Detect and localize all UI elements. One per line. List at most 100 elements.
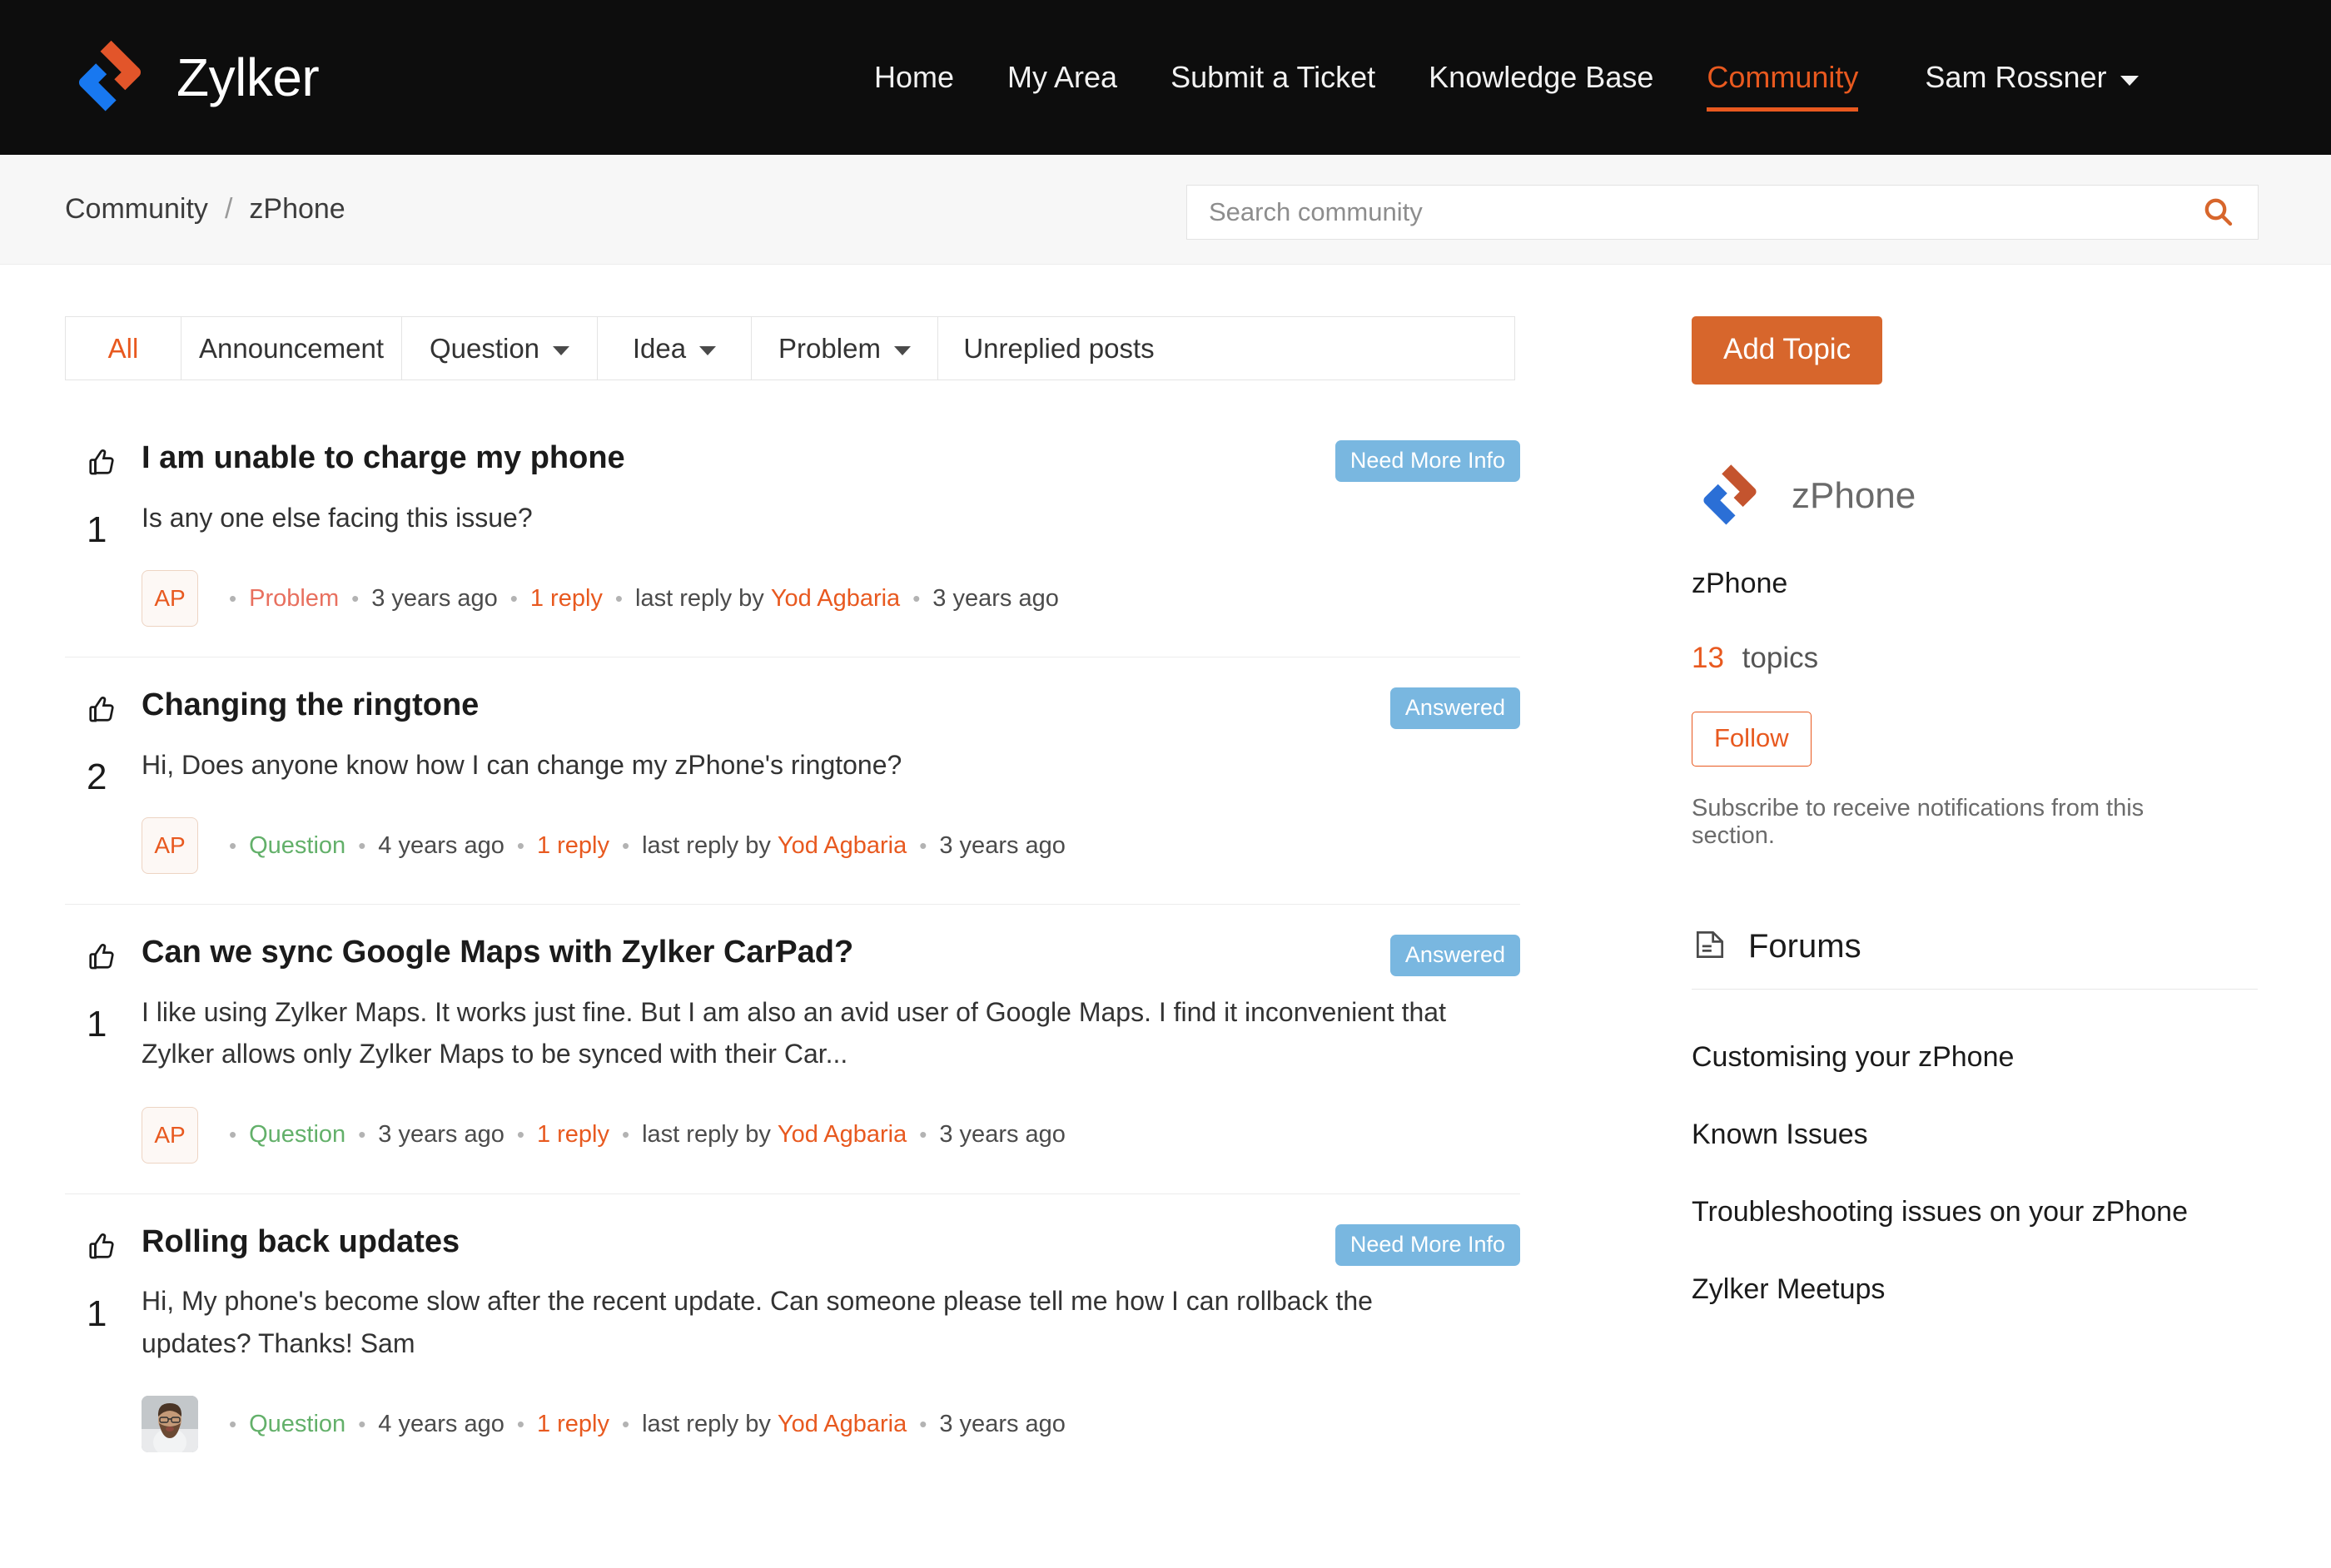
avatar[interactable]: AP	[142, 570, 198, 628]
post-body: I am unable to charge my phone Is any on…	[142, 439, 1520, 628]
meta-separator: •	[516, 832, 524, 858]
vote-count: 2	[87, 757, 107, 798]
tab-question[interactable]: Question	[402, 317, 598, 380]
forum-link-customising-your-zphone[interactable]: Customising your zPhone	[1692, 1041, 2203, 1074]
list-item: 1 Rolling back updates Hi, My phone's be…	[65, 1194, 1520, 1483]
forums-section: Forums Customising your zPhone Known Iss…	[1692, 926, 2258, 1306]
reply-count[interactable]: 1 reply	[537, 1411, 609, 1438]
meta-separator: •	[919, 1122, 927, 1148]
status-badge[interactable]: Answered	[1389, 935, 1520, 977]
zylker-logo-icon	[65, 32, 155, 122]
post-age: 4 years ago	[378, 831, 504, 859]
breadcrumb-item-zphone[interactable]: zPhone	[249, 193, 345, 226]
last-reply-age: 3 years ago	[932, 584, 1059, 612]
post-type[interactable]: Problem	[249, 585, 339, 613]
top-navigation-bar: Zylker Home My Area Submit a Ticket Know…	[0, 0, 2331, 155]
meta-separator: •	[229, 1122, 237, 1148]
meta-separator: •	[509, 585, 518, 611]
meta-separator: •	[919, 1411, 927, 1437]
last-reply-prefix: last reply by	[642, 1121, 771, 1149]
forum-link-known-issues[interactable]: Known Issues	[1692, 1119, 2203, 1151]
last-reply-prefix: last reply by	[642, 1410, 771, 1437]
avatar[interactable]: AP	[142, 1106, 198, 1164]
brand-name: Zylker	[176, 47, 320, 107]
vote-control[interactable]: 2	[65, 686, 142, 874]
nav-item-knowledge-base[interactable]: Knowledge Base	[1402, 51, 1680, 104]
tab-announcement[interactable]: Announcement	[181, 317, 402, 380]
post-title[interactable]: I am unable to charge my phone	[142, 439, 1495, 479]
tab-announcement-label: Announcement	[199, 332, 384, 364]
search-input[interactable]	[1209, 197, 2199, 227]
nav-item-submit-a-ticket[interactable]: Submit a Ticket	[1144, 51, 1402, 104]
avatar[interactable]: AP	[142, 817, 198, 875]
tab-all[interactable]: All	[66, 317, 181, 380]
post-type[interactable]: Question	[249, 832, 345, 860]
tab-problem-label: Problem	[778, 332, 881, 364]
nav-item-my-area[interactable]: My Area	[981, 51, 1144, 104]
status-badge[interactable]: Need More Info	[1334, 440, 1520, 482]
forum-header: zPhone	[1692, 458, 2203, 534]
status-badge[interactable]: Answered	[1389, 687, 1520, 730]
thumbs-up-icon[interactable]	[82, 691, 120, 733]
document-list-icon	[1692, 926, 1728, 967]
avatar[interactable]	[142, 1396, 198, 1453]
search-button[interactable]	[2199, 194, 2236, 231]
brand-logo-link[interactable]: Zylker	[65, 32, 320, 122]
last-reply-author[interactable]: Yod Agbaria	[771, 585, 900, 613]
tab-idea-label: Idea	[632, 332, 687, 364]
follow-button[interactable]: Follow	[1692, 712, 1812, 767]
reply-count[interactable]: 1 reply	[537, 1121, 609, 1149]
topics-label: topics	[1742, 642, 1819, 674]
reply-count[interactable]: 1 reply	[530, 585, 603, 613]
last-reply-prefix: last reply by	[642, 831, 771, 859]
meta-separator: •	[622, 1411, 630, 1437]
post-title[interactable]: Rolling back updates	[142, 1223, 1495, 1263]
reply-count[interactable]: 1 reply	[537, 832, 609, 860]
last-reply-prefix: last reply by	[635, 584, 764, 612]
list-item: 1 I am unable to charge my phone Is any …	[65, 410, 1520, 658]
nav-item-community[interactable]: Community	[1680, 51, 1885, 112]
last-reply-author[interactable]: Yod Agbaria	[778, 832, 907, 860]
post-snippet: Hi, Does anyone know how I can change my…	[142, 749, 902, 780]
post-age: 4 years ago	[378, 1410, 504, 1437]
post-type[interactable]: Question	[249, 1121, 345, 1149]
search-bar[interactable]	[1186, 185, 2259, 240]
meta-separator: •	[919, 832, 927, 858]
tab-problem[interactable]: Problem	[752, 317, 938, 380]
vote-control[interactable]: 1	[65, 933, 142, 1164]
meta-separator: •	[516, 1411, 524, 1437]
post-snippet: Hi, My phone's become slow after the rec…	[142, 1286, 1373, 1358]
vote-control[interactable]: 1	[65, 439, 142, 627]
post-age: 3 years ago	[371, 584, 498, 612]
last-reply-author[interactable]: Yod Agbaria	[778, 1411, 907, 1438]
tab-idea[interactable]: Idea	[598, 317, 752, 380]
user-menu[interactable]: Sam Rossner	[1885, 60, 2163, 95]
post-body: Changing the ringtone Hi, Does anyone kn…	[142, 686, 1520, 875]
tab-unreplied-posts[interactable]: Unreplied posts	[938, 317, 1180, 380]
post-title[interactable]: Changing the ringtone	[142, 686, 1495, 726]
add-topic-button[interactable]: Add Topic	[1692, 316, 1883, 385]
forum-link-troubleshooting-issues-on-your-zphone[interactable]: Troubleshooting issues on your zPhone	[1692, 1196, 2203, 1228]
meta-separator: •	[614, 585, 624, 611]
post-body: Can we sync Google Maps with Zylker CarP…	[142, 933, 1520, 1164]
post-snippet: Is any one else facing this issue?	[142, 502, 533, 533]
post-snippet: I like using Zylker Maps. It works just …	[142, 996, 1446, 1069]
post-title[interactable]: Can we sync Google Maps with Zylker CarP…	[142, 933, 1495, 973]
status-badge[interactable]: Need More Info	[1334, 1223, 1520, 1266]
breadcrumb-bar: Community / zPhone	[0, 155, 2331, 265]
meta-separator: •	[516, 1122, 524, 1148]
thumbs-up-icon[interactable]	[82, 938, 120, 980]
breadcrumb-item-community[interactable]: Community	[65, 193, 208, 226]
primary-nav: Home My Area Submit a Ticket Knowledge B…	[847, 0, 2164, 155]
nav-item-home[interactable]: Home	[847, 51, 981, 104]
tab-unreplied-posts-label: Unreplied posts	[963, 332, 1155, 364]
post-body: Rolling back updates Hi, My phone's beco…	[142, 1223, 1520, 1453]
last-reply-author[interactable]: Yod Agbaria	[778, 1121, 907, 1149]
vote-control[interactable]: 1	[65, 1223, 142, 1453]
meta-separator: •	[351, 585, 360, 611]
post-type[interactable]: Question	[249, 1411, 345, 1438]
post-meta: • Question • 4 years ago • 1 reply • las…	[142, 1396, 1495, 1453]
thumbs-up-icon[interactable]	[82, 1228, 120, 1270]
forum-link-zylker-meetups[interactable]: Zylker Meetups	[1692, 1273, 2203, 1306]
thumbs-up-icon[interactable]	[82, 444, 120, 486]
